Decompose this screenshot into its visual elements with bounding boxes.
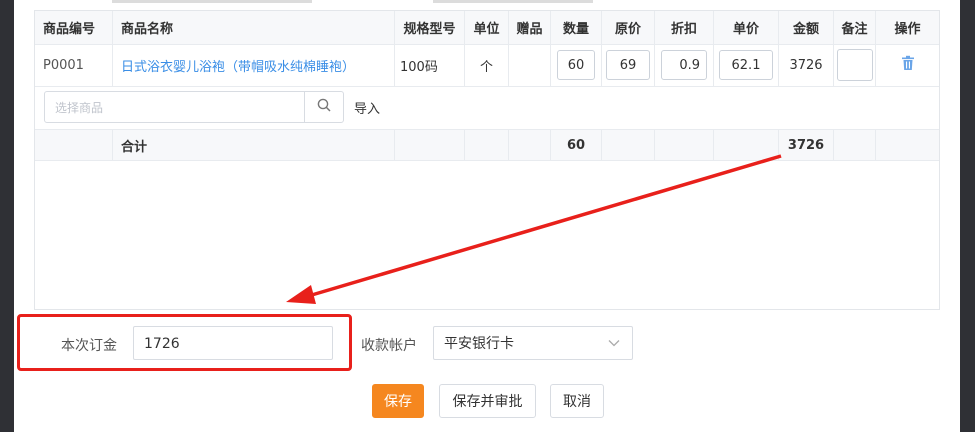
total-cell-empty — [602, 130, 655, 160]
product-table: 商品编号 商品名称 规格型号 单位 赠品 数量 原价 折扣 单价 金额 备注 操… — [34, 10, 940, 310]
col-header-qty: 数量 — [551, 11, 602, 44]
cell-gift[interactable] — [509, 44, 551, 86]
cell-name[interactable]: 日式浴衣婴儿浴袍（带帽吸水纯棉睡袍） — [113, 44, 395, 86]
cell-orig-price: 69 — [602, 44, 655, 86]
chevron-down-icon — [608, 337, 620, 350]
col-header-amount: 金额 — [779, 11, 834, 44]
top-strip — [112, 0, 312, 3]
discount-input[interactable]: 0.9 — [661, 50, 707, 80]
search-input[interactable] — [45, 92, 312, 124]
table-row: P0001 日式浴衣婴儿浴袍（带帽吸水纯棉睡袍） 100码 个 60 69 0.… — [35, 44, 939, 87]
col-header-orig-price: 原价 — [602, 11, 655, 44]
col-header-name: 商品名称 — [113, 11, 395, 44]
total-cell-empty — [876, 130, 939, 160]
total-cell-empty — [509, 130, 551, 160]
save-button[interactable]: 保存 — [372, 384, 424, 418]
orig-price-input[interactable]: 69 — [606, 50, 650, 80]
cell-discount: 0.9 — [655, 44, 714, 86]
account-label: 收款帐户 — [361, 338, 417, 354]
total-amount: 3726 — [779, 130, 834, 160]
product-search[interactable] — [44, 91, 344, 124]
search-button[interactable] — [304, 92, 343, 122]
qty-input[interactable]: 60 — [557, 50, 595, 80]
cell-remark — [834, 44, 876, 86]
account-select[interactable]: 平安银行卡 — [433, 326, 633, 360]
import-button[interactable]: 导入 — [354, 98, 380, 117]
cell-amount: 3726 — [779, 44, 834, 86]
cell-spec: 100码 — [395, 44, 465, 86]
cancel-button[interactable]: 取消 — [550, 384, 604, 418]
col-header-discount: 折扣 — [655, 11, 714, 44]
cell-qty: 60 — [551, 44, 602, 86]
right-dark-margin — [960, 0, 975, 432]
cell-unit: 个 — [465, 44, 509, 86]
cell-code: P0001 — [35, 44, 113, 86]
total-row: 合计 60 3726 — [35, 129, 939, 161]
remark-input[interactable] — [836, 49, 873, 81]
trash-icon[interactable] — [901, 55, 915, 75]
table-header: 商品编号 商品名称 规格型号 单位 赠品 数量 原价 折扣 单价 金额 备注 操… — [35, 11, 939, 45]
total-label: 合计 — [113, 130, 395, 160]
col-header-gift: 赠品 — [509, 11, 551, 44]
col-header-code: 商品编号 — [35, 11, 113, 44]
total-cell-empty — [395, 130, 465, 160]
total-cell-empty — [35, 130, 113, 160]
col-header-spec: 规格型号 — [395, 11, 465, 44]
search-icon — [317, 98, 331, 116]
cell-unit-price: 62.1 — [714, 44, 779, 86]
total-cell-empty — [655, 130, 714, 160]
top-strip — [433, 0, 593, 3]
total-cell-empty — [834, 130, 876, 160]
save-approve-button[interactable]: 保存并审批 — [439, 384, 536, 418]
col-header-action: 操作 — [894, 22, 921, 37]
unit-price-input[interactable]: 62.1 — [719, 50, 773, 80]
cell-action — [876, 44, 939, 86]
annotation-highlight-box — [17, 314, 352, 371]
total-qty: 60 — [551, 130, 602, 160]
col-header-unit: 单位 — [465, 11, 509, 44]
col-header-unit-price: 单价 — [714, 11, 779, 44]
account-value: 平安银行卡 — [444, 336, 514, 352]
total-cell-empty — [465, 130, 509, 160]
col-header-remark: 备注 — [834, 11, 876, 44]
left-dark-margin — [0, 0, 14, 432]
product-name-link[interactable]: 日式浴衣婴儿浴袍（带帽吸水纯棉睡袍） — [121, 56, 355, 75]
total-cell-empty — [714, 130, 779, 160]
